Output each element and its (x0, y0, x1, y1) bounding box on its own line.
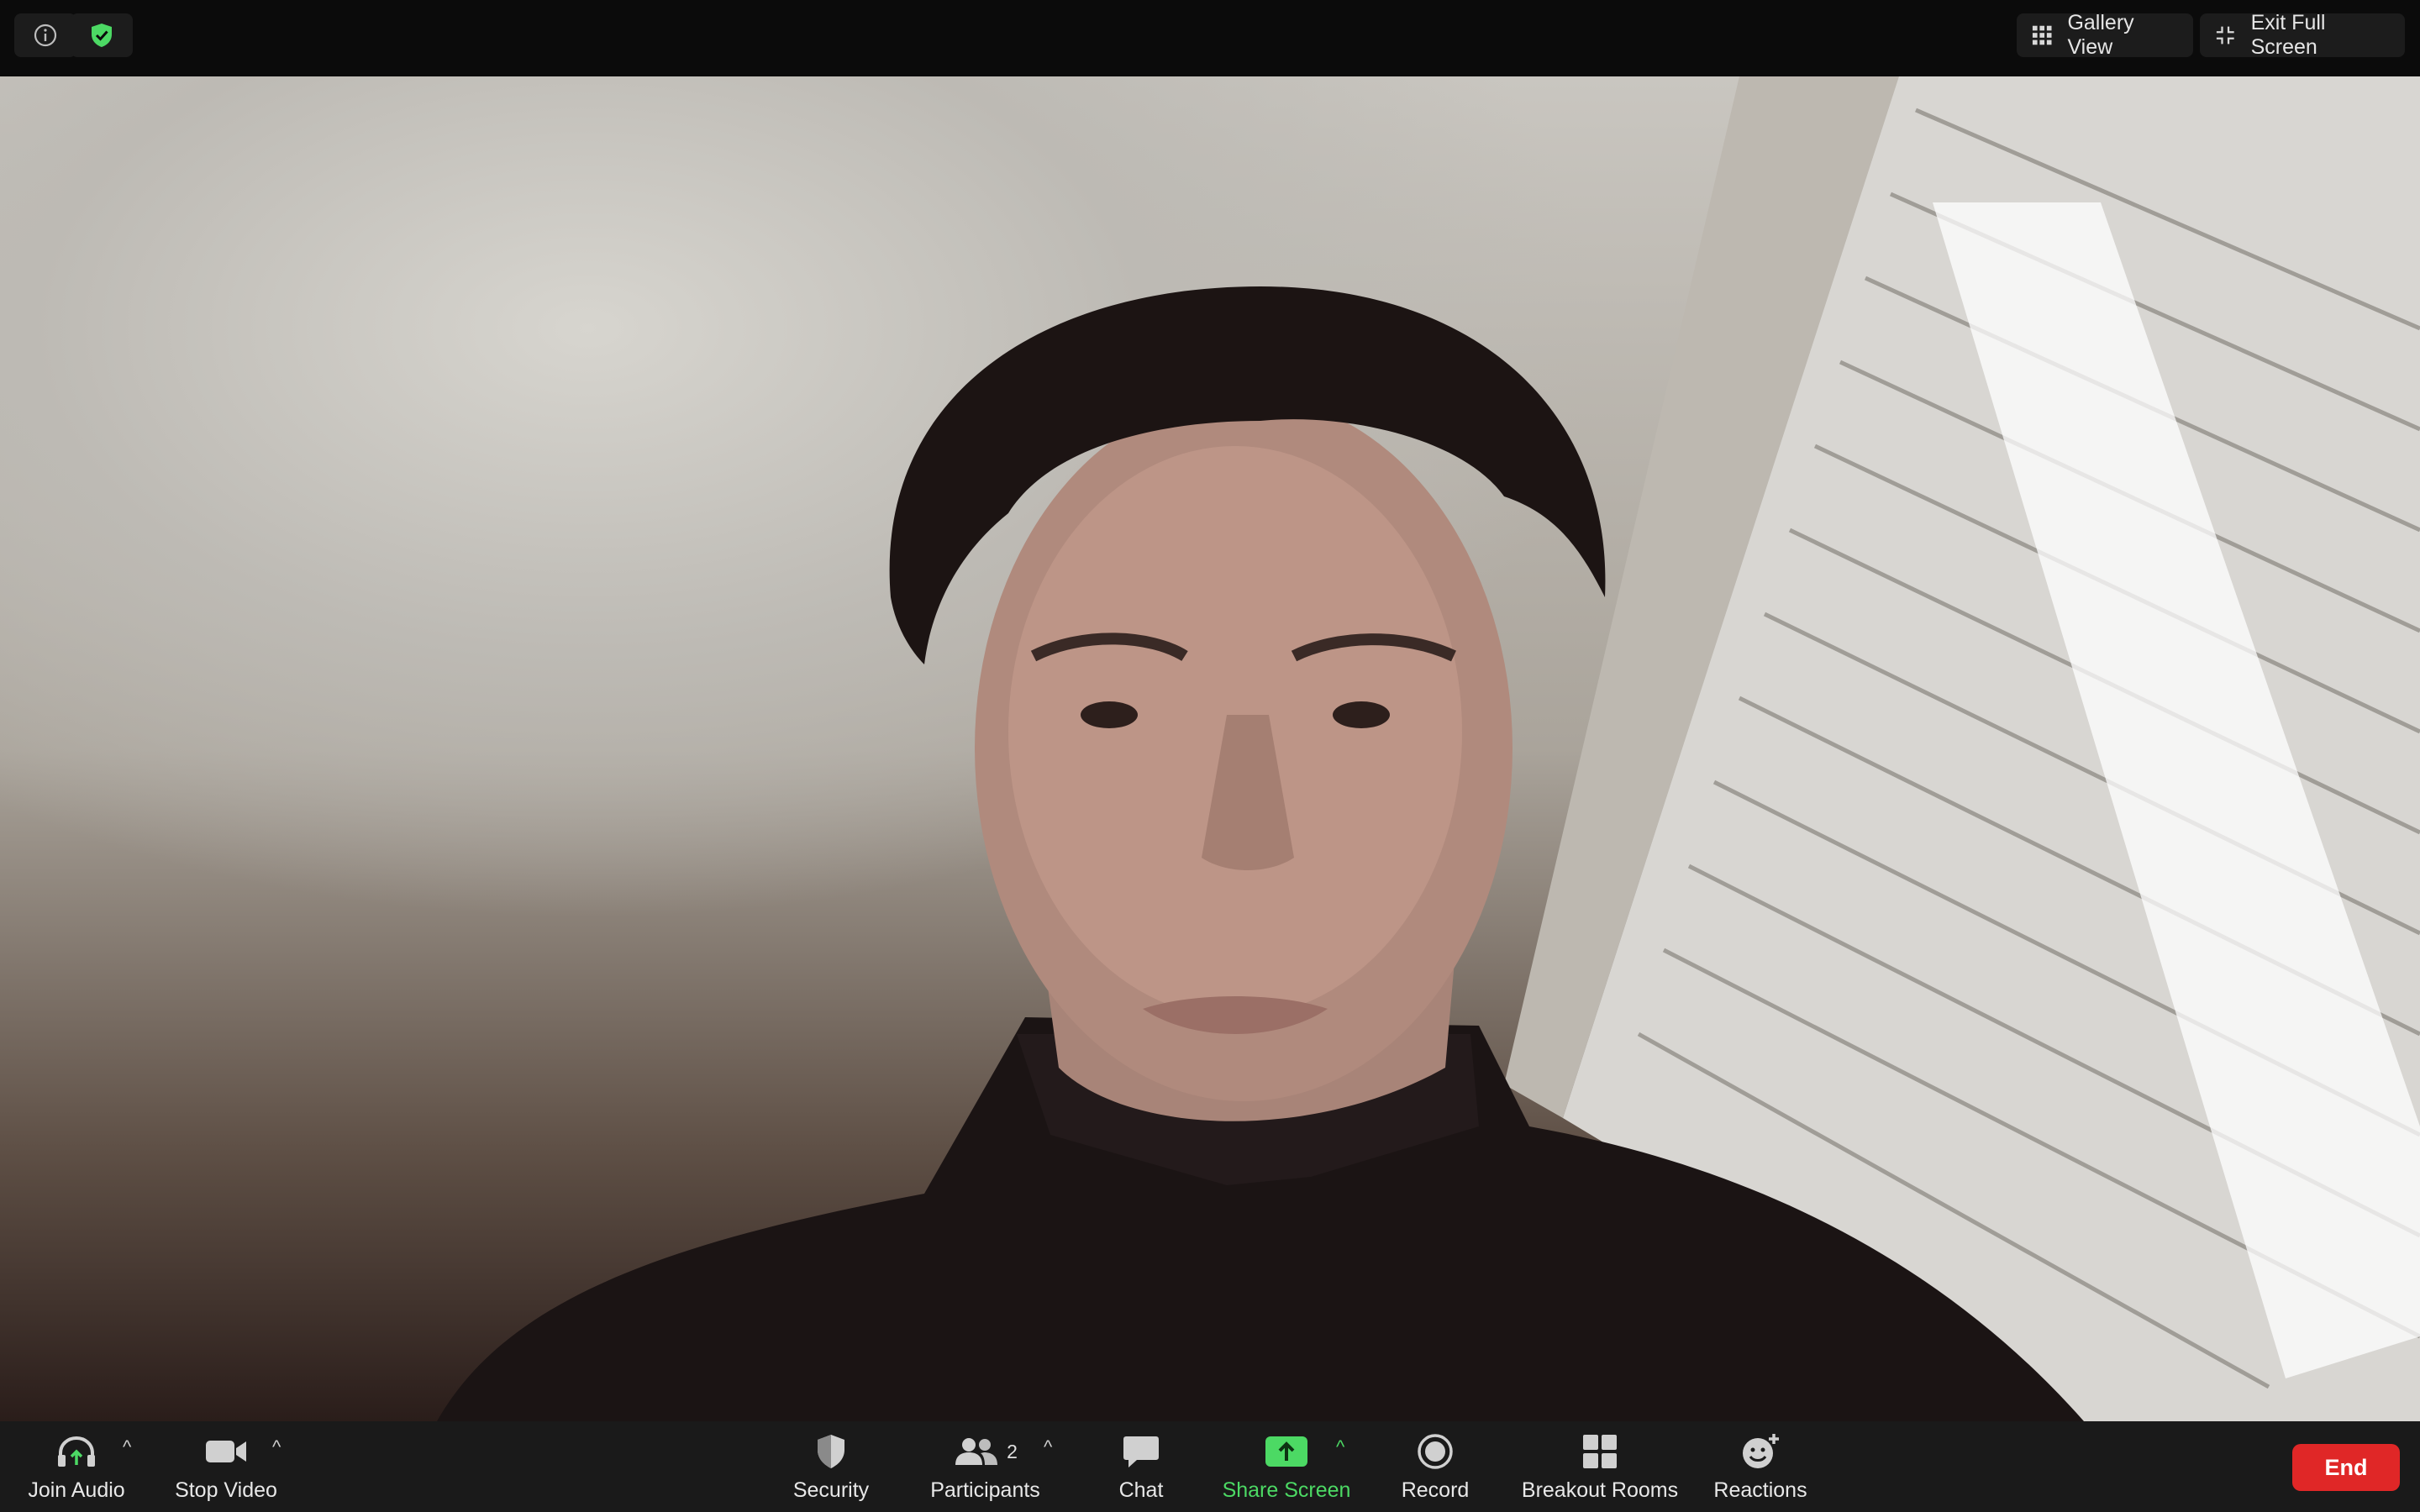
join-audio-button[interactable]: Join Audio (22, 1421, 131, 1512)
exit-full-screen-label: Exit Full Screen (2250, 11, 2326, 59)
top-bar: Gallery View Exit Full Screen (0, 0, 2420, 76)
reactions-button[interactable]: Reactions (1707, 1421, 1813, 1512)
headphones-icon (58, 1436, 95, 1467)
chevron-up-icon: ^ (1336, 1436, 1345, 1457)
chevron-up-icon: ^ (1044, 1436, 1053, 1457)
participants-button[interactable]: 2 Participants (920, 1421, 1050, 1512)
chevron-up-icon: ^ (272, 1436, 281, 1457)
breakout-rooms-button[interactable]: Breakout Rooms (1519, 1421, 1681, 1512)
chat-icon (1123, 1436, 1159, 1467)
video-camera-icon (206, 1441, 246, 1462)
end-meeting-button[interactable]: End (2292, 1444, 2400, 1491)
meeting-info-button[interactable] (14, 13, 76, 57)
audio-options-caret[interactable]: ^ (123, 1436, 131, 1458)
security-label: Security (792, 1478, 870, 1502)
security-button[interactable]: Security (781, 1421, 881, 1512)
record-button[interactable]: Record (1393, 1421, 1477, 1512)
meeting-toolbar: Join Audio ^ Stop Video ^ Security 2 Par… (0, 1421, 2420, 1512)
gallery-view-button[interactable]: Gallery View (2017, 11, 2193, 59)
video-options-caret[interactable]: ^ (272, 1436, 281, 1458)
reactions-label: Reactions (1713, 1478, 1807, 1502)
exit-full-screen-button[interactable]: Exit Full Screen (2200, 11, 2405, 59)
zoom-meeting-window: Gallery View Exit Full Screen Join Audio… (0, 0, 2420, 1512)
breakout-rooms-icon (1583, 1435, 1617, 1468)
participants-icon (955, 1438, 998, 1465)
stop-video-button[interactable]: Stop Video (171, 1421, 281, 1512)
participants-label: Participants (930, 1478, 1040, 1502)
share-screen-icon (1265, 1436, 1307, 1467)
info-icon (34, 24, 57, 47)
share-options-caret[interactable]: ^ (1336, 1436, 1344, 1458)
chat-button[interactable]: Chat (1099, 1421, 1183, 1512)
participants-options-caret[interactable]: ^ (1044, 1436, 1052, 1458)
join-audio-label: Join Audio (28, 1478, 125, 1502)
breakout-rooms-label: Breakout Rooms (1521, 1478, 1679, 1502)
exit-full-screen-icon (2216, 26, 2234, 45)
chevron-up-icon: ^ (123, 1436, 132, 1457)
grid-icon (2032, 25, 2052, 45)
video-frame-image (437, 76, 2420, 1421)
record-label: Record (1401, 1478, 1470, 1502)
gallery-view-label: Gallery View (2067, 11, 2134, 59)
participants-count: 2 (1007, 1440, 1018, 1462)
security-shield-icon (818, 1435, 844, 1468)
reactions-icon (1743, 1434, 1779, 1468)
shield-check-icon (92, 24, 112, 47)
share-screen-button[interactable]: Share Screen (1217, 1421, 1356, 1512)
chat-label: Chat (1118, 1478, 1164, 1502)
encryption-button[interactable] (71, 13, 133, 57)
stop-video-label: Stop Video (175, 1478, 277, 1502)
record-icon (1418, 1434, 1453, 1469)
participant-video-feed (0, 76, 2420, 1421)
share-screen-label: Share Screen (1222, 1478, 1351, 1502)
